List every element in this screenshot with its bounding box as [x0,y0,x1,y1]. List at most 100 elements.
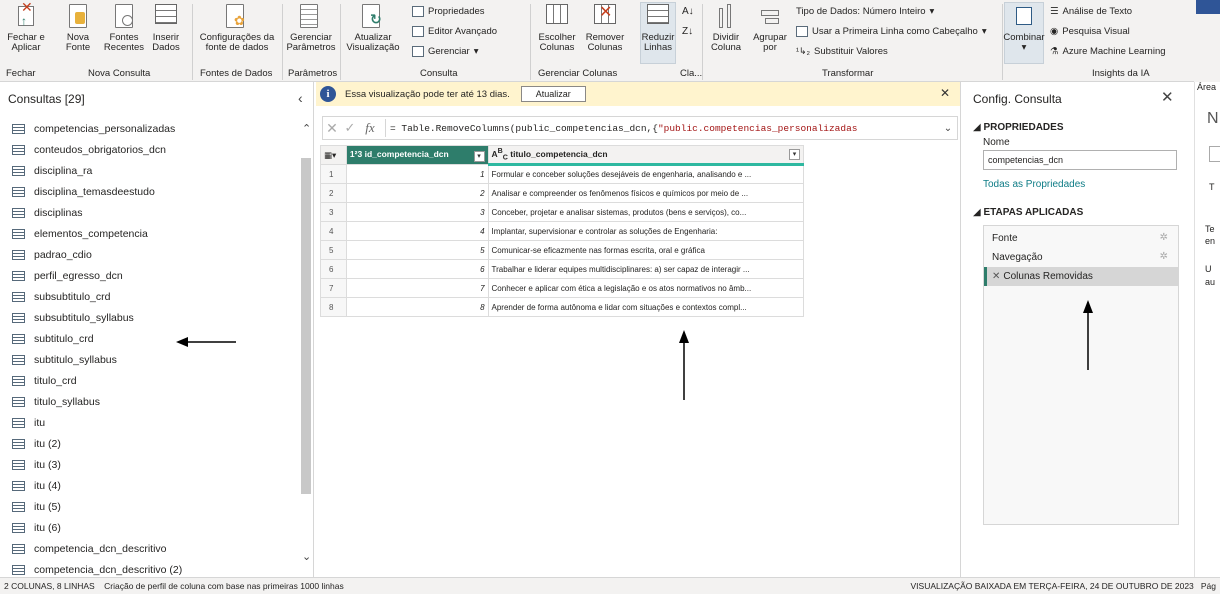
remove-columns-button[interactable]: ✕ Remover Colunas [582,4,628,53]
step-navegacao[interactable]: Navegação ✲ [984,248,1178,267]
sort-descending-icon[interactable]: Z↓ [682,26,693,37]
replace-values-button[interactable]: ¹↳₂ Substituir Valores [796,46,888,57]
cell-titulo[interactable]: Trabalhar e liderar equipes multidiscipl… [487,259,805,279]
query-name-input[interactable]: competencias_dcn [983,150,1177,170]
query-list-item[interactable]: itu (4) [0,475,296,496]
cell-titulo[interactable]: Comunicar-se eficazmente nas formas escr… [487,240,805,260]
delete-step-icon[interactable]: ✕ [992,271,1000,282]
refresh-button[interactable]: Atualizar [520,86,586,102]
gear-icon[interactable]: ✲ [1160,251,1168,262]
azure-ml-button[interactable]: ⚗ Azure Machine Learning [1050,46,1166,57]
close-icon[interactable]: ✕ [1161,88,1174,106]
advanced-editor-button[interactable]: Editor Avançado [412,26,497,37]
gear-icon[interactable]: ✲ [1160,232,1168,243]
cell-titulo[interactable]: Aprender de forma autônoma e lidar com s… [487,297,805,317]
table-menu-icon[interactable]: ▦▾ [320,145,347,165]
chevron-down-icon[interactable]: ⌄ [939,123,957,134]
query-list-item[interactable]: disciplinas [0,202,296,223]
query-list-item[interactable]: subsubtitulo_crd [0,286,296,307]
data-source-settings-button[interactable]: ✿ Configurações da fonte de dados [196,4,278,53]
table-row[interactable]: 3 3 Conceber, projetar e analisar sistemas… [320,202,805,222]
cell-id[interactable]: 2 [345,183,489,203]
query-list-item[interactable]: disciplina_ra [0,160,296,181]
cell-id[interactable]: 1 [345,164,489,184]
query-list-item[interactable]: perfil_egresso_dcn [0,265,296,286]
enter-data-button[interactable]: Inserir Dados [148,4,184,53]
query-list-item[interactable]: conteudos_obrigatorios_dcn [0,139,296,160]
combine-button[interactable]: Combinar ▾ [1003,4,1045,53]
chevron-left-icon[interactable]: ‹ [298,90,303,106]
formula-bar[interactable]: ✕ ✓ fx = Table.RemoveColumns(public_comp… [322,116,958,140]
applied-steps-heading[interactable]: ◢ ETAPAS APLICADAS [973,207,1083,218]
queries-scrollbar[interactable]: ⌃ ⌄ [300,114,312,566]
query-list-item[interactable]: titulo_crd [0,370,296,391]
query-list-item[interactable]: itu [0,412,296,433]
table-row[interactable]: 2 2 Analisar e compreender os fenômenos fí… [320,183,805,203]
scrollbar-thumb[interactable] [301,158,311,494]
manage-parameters-button[interactable]: Gerenciar Parâmetros [284,4,338,53]
query-list-item[interactable]: subtitulo_syllabus [0,349,296,370]
cell-titulo[interactable]: Analisar e compreender os fenômenos físi… [487,183,805,203]
cancel-icon[interactable]: ✕ [323,120,341,137]
filter-dropdown-icon[interactable]: ▾ [473,150,485,162]
query-list-item[interactable]: competencia_dcn_descritivo [0,538,296,559]
column-header-titulo[interactable]: ABC titulo_competencia_dcn ▾ [487,145,805,166]
cell-id[interactable]: 6 [345,259,489,279]
formula-text[interactable]: = Table.RemoveColumns(public_competencia… [390,123,939,134]
table-row[interactable]: 1 1 Formular e conceber soluções desejávei… [320,164,805,184]
parameters-icon [300,4,322,30]
recent-sources-button[interactable]: Fontes Recentes [102,4,146,53]
all-properties-link[interactable]: Todas as Propriedades [983,179,1085,190]
query-list-item[interactable]: subsubtitulo_syllabus [0,307,296,328]
choose-columns-button[interactable]: Escolher Colunas [534,4,580,53]
new-source-button[interactable]: Nova Fonte [58,4,98,53]
data-type-dropdown[interactable]: Tipo de Dados: Número Inteiro ▾ [796,6,934,17]
cell-id[interactable]: 3 [345,202,489,222]
vision-button[interactable]: ◉ Pesquisa Visual [1050,26,1130,37]
reduce-rows-button[interactable]: Reduzir Linhas [638,4,678,53]
query-list-item[interactable]: competencias_personalizadas [0,118,296,139]
cell-id[interactable]: 4 [345,221,489,241]
cell-id[interactable]: 7 [345,278,489,298]
cell-id[interactable]: 8 [345,297,489,317]
clipped-box [1209,146,1220,162]
properties-button[interactable]: Propriedades [412,6,485,17]
query-list-item[interactable]: titulo_syllabus [0,391,296,412]
table-row[interactable]: 6 6 Trabalhar e liderar equipes multidisci… [320,259,805,279]
cell-titulo[interactable]: Conceber, projetar e analisar sistemas, … [487,202,805,222]
close-icon[interactable]: ✕ [940,86,950,100]
filter-dropdown-icon[interactable]: ▾ [789,149,800,161]
table-row[interactable]: 4 4 Implantar, supervisionar e controlar a… [320,221,805,241]
step-fonte[interactable]: Fonte ✲ [984,229,1178,248]
query-list-item[interactable]: subtitulo_crd [0,328,296,349]
sort-ascending-icon[interactable]: A↓ [682,6,694,17]
cell-titulo[interactable]: Formular e conceber soluções desejáveis … [487,164,805,184]
cell-id[interactable]: 5 [345,240,489,260]
step-colunas-removidas[interactable]: ✕ Colunas Removidas [984,267,1178,286]
cell-titulo[interactable]: Conhecer e aplicar com ética a legislaçã… [487,278,805,298]
chevron-up-icon[interactable]: ⌃ [302,122,311,135]
text-analytics-button[interactable]: ☰ Análise de Texto [1050,6,1132,17]
properties-heading[interactable]: ◢ PROPRIEDADES [973,122,1063,133]
chevron-down-icon[interactable]: ⌄ [302,550,311,563]
query-list-item[interactable]: elementos_competencia [0,223,296,244]
use-first-row-button[interactable]: Usar a Primeira Linha como Cabeçalho ▾ [796,26,987,37]
query-list-item[interactable]: itu (3) [0,454,296,475]
query-list-item[interactable]: itu (5) [0,496,296,517]
check-icon[interactable]: ✓ [341,120,359,136]
query-list-item[interactable]: padrao_cdio [0,244,296,265]
table-row[interactable]: 8 8 Aprender de forma autônoma e lidar com… [320,297,805,317]
group-separator [192,4,193,80]
query-list-item[interactable]: disciplina_temasdeestudo [0,181,296,202]
refresh-preview-button[interactable]: ↻ Atualizar Visualização [342,4,404,53]
table-row[interactable]: 5 5 Comunicar-se eficazmente nas formas es… [320,240,805,260]
query-list-item[interactable]: itu (2) [0,433,296,454]
column-header-id[interactable]: 1²3 id_competencia_dcn ▾ [345,145,489,165]
table-row[interactable]: 7 7 Conhecer e aplicar com ética a legisla… [320,278,805,298]
query-list-item[interactable]: itu (6) [0,517,296,538]
group-by-button[interactable]: Agrupar por [750,4,790,53]
manage-button[interactable]: Gerenciar ▾ [412,46,479,57]
split-column-button[interactable]: Dividir Coluna [704,4,748,53]
close-apply-button[interactable]: ✕ ↑ Fechar e Aplicar [4,0,48,53]
cell-titulo[interactable]: Implantar, supervisionar e controlar as … [487,221,805,241]
